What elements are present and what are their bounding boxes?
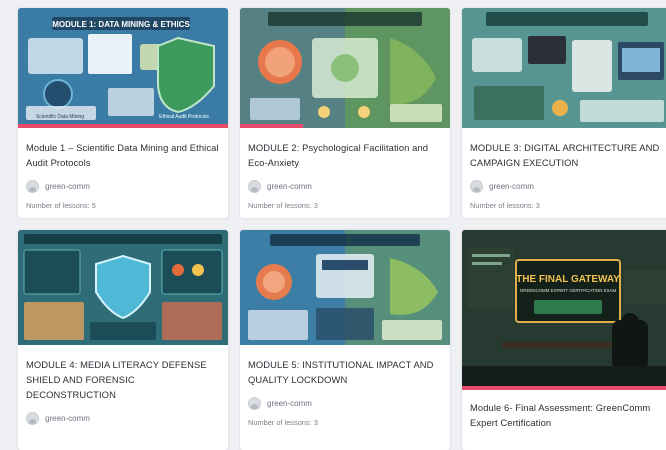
thumbnail-illustration-module-1: MODULE 1: DATA MINING & ETHICS Scientifi… [18, 8, 228, 128]
thumbnail-illustration-module-6: THE FINAL GATEWAY GREENCOMM EXPERT CERTI… [462, 230, 666, 390]
course-thumbnail[interactable] [18, 230, 228, 345]
course-author: green-comm [248, 180, 442, 193]
course-card[interactable]: THE FINAL GATEWAY GREENCOMM EXPERT CERTI… [462, 230, 666, 450]
progress-fill [240, 124, 303, 128]
course-author: green-comm [248, 397, 442, 410]
thumbnail-banner: THE FINAL GATEWAY [516, 274, 620, 285]
progress-fill [18, 124, 228, 128]
course-grid: MODULE 1: DATA MINING & ETHICS Scientifi… [0, 0, 666, 450]
course-author: green-comm [26, 412, 220, 425]
thumbnail-banner: MODULE 1: DATA MINING & ETHICS [52, 20, 190, 29]
author-name: green-comm [267, 399, 312, 408]
thumbnail-label-left: Scientific Data Mining [36, 114, 84, 120]
progress-fill [462, 386, 666, 390]
lesson-count: Number of lessons: 3 [470, 201, 540, 210]
course-card[interactable]: MODULE 5: INSTITUTIONAL IMPACT AND QUALI… [240, 230, 450, 450]
thumbnail-subtitle: GREENCOMM EXPERT CERTIFICATION EXAM [520, 288, 617, 293]
author-name: green-comm [489, 182, 534, 191]
course-title[interactable]: Module 1 – Scientific Data Mining and Et… [26, 140, 220, 170]
course-author: green-comm [26, 180, 220, 193]
course-thumbnail[interactable] [240, 230, 450, 345]
progress-bar [462, 386, 666, 390]
course-author: green-comm [470, 180, 664, 193]
course-thumbnail[interactable]: THE FINAL GATEWAY GREENCOMM EXPERT CERTI… [462, 230, 666, 390]
progress-bar [240, 124, 450, 128]
course-card[interactable]: MODULE 4: MEDIA LITERACY DEFENSE SHIELD … [18, 230, 228, 450]
course-title[interactable]: MODULE 5: INSTITUTIONAL IMPACT AND QUALI… [248, 357, 442, 387]
course-title[interactable]: MODULE 4: MEDIA LITERACY DEFENSE SHIELD … [26, 357, 220, 402]
thumbnail-label-right: Ethical Audit Protocols [159, 114, 209, 120]
thumbnail-illustration-module-2 [240, 8, 450, 128]
course-card[interactable]: MODULE 2: Psychological Facilitation and… [240, 8, 450, 218]
author-name: green-comm [267, 182, 312, 191]
course-card[interactable]: MODULE 3: DIGITAL ARCHITECTURE AND CAMPA… [462, 8, 666, 218]
lesson-count: Number of lessons: 3 [248, 418, 318, 427]
thumbnail-illustration-module-4 [18, 230, 228, 345]
avatar-icon [248, 397, 261, 410]
avatar-icon [26, 180, 39, 193]
avatar-icon [26, 412, 39, 425]
course-thumbnail[interactable] [240, 8, 450, 128]
avatar-icon [248, 180, 261, 193]
course-title[interactable]: MODULE 3: DIGITAL ARCHITECTURE AND CAMPA… [470, 140, 664, 170]
course-title[interactable]: MODULE 2: Psychological Facilitation and… [248, 140, 442, 170]
lesson-count: Number of lessons: 5 [26, 201, 96, 210]
progress-bar [18, 341, 228, 345]
progress-bar [240, 341, 450, 345]
avatar-icon [470, 180, 483, 193]
author-name: green-comm [45, 182, 90, 191]
course-card[interactable]: MODULE 1: DATA MINING & ETHICS Scientifi… [18, 8, 228, 218]
course-title[interactable]: Module 6- Final Assessment: GreenComm Ex… [470, 400, 664, 430]
course-thumbnail[interactable] [462, 8, 666, 128]
course-thumbnail[interactable]: MODULE 1: DATA MINING & ETHICS Scientifi… [18, 8, 228, 128]
author-name: green-comm [45, 414, 90, 423]
progress-bar [18, 124, 228, 128]
thumbnail-illustration-module-3 [462, 8, 666, 128]
progress-bar [462, 124, 666, 128]
thumbnail-illustration-module-5 [240, 230, 450, 345]
lesson-count: Number of lessons: 3 [248, 201, 318, 210]
